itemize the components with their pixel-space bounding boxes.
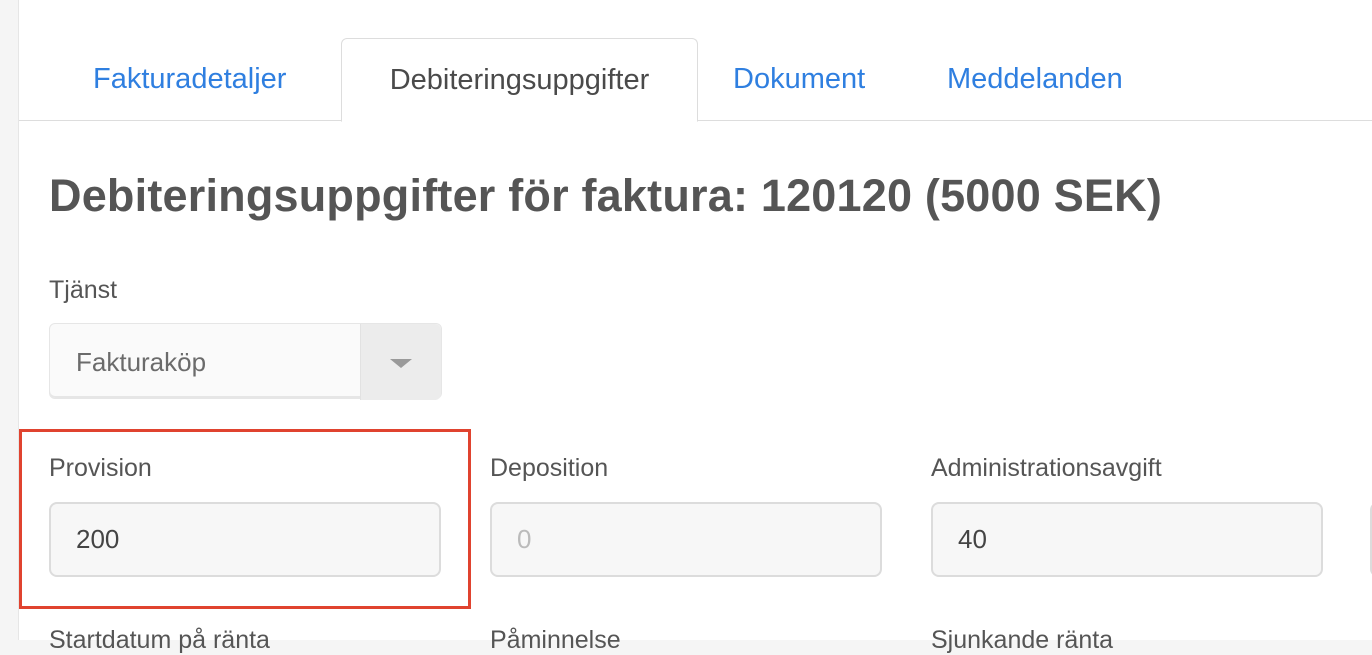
page-title: Debiteringsuppgifter för faktura: 120120… xyxy=(49,170,1163,221)
tab-fakturadetaljer[interactable]: Fakturadetaljer xyxy=(93,38,286,121)
declining-interest-label: Sjunkande ränta xyxy=(931,626,1114,654)
reminder-label: Påminnelse xyxy=(490,626,621,654)
tab-meddelanden[interactable]: Meddelanden xyxy=(947,38,1123,121)
deposition-input[interactable] xyxy=(492,504,880,575)
tab-bar: Fakturadetaljer Debiteringsuppgifter Dok… xyxy=(19,0,1372,122)
admin-fee-input[interactable] xyxy=(933,504,1321,575)
tab-debiteringsuppgifter[interactable]: Debiteringsuppgifter xyxy=(341,38,698,122)
admin-fee-label: Administrationsavgift xyxy=(931,454,1162,482)
service-select[interactable]: Fakturaköp xyxy=(49,323,442,400)
service-label: Tjänst xyxy=(49,276,118,304)
service-dropdown-button[interactable] xyxy=(360,324,441,400)
deposition-field[interactable] xyxy=(490,502,882,577)
provision-field[interactable] xyxy=(49,502,441,577)
interest-start-label: Startdatum på ränta xyxy=(49,626,270,654)
tab-dokument[interactable]: Dokument xyxy=(733,38,865,121)
service-selected-value: Fakturaköp xyxy=(76,347,207,377)
admin-fee-field[interactable] xyxy=(931,502,1323,577)
billing-card: Fakturadetaljer Debiteringsuppgifter Dok… xyxy=(18,0,1372,654)
deposition-label: Deposition xyxy=(490,454,609,482)
chevron-down-icon xyxy=(390,359,412,368)
provision-input[interactable] xyxy=(51,504,439,575)
provision-label: Provision xyxy=(49,454,152,482)
